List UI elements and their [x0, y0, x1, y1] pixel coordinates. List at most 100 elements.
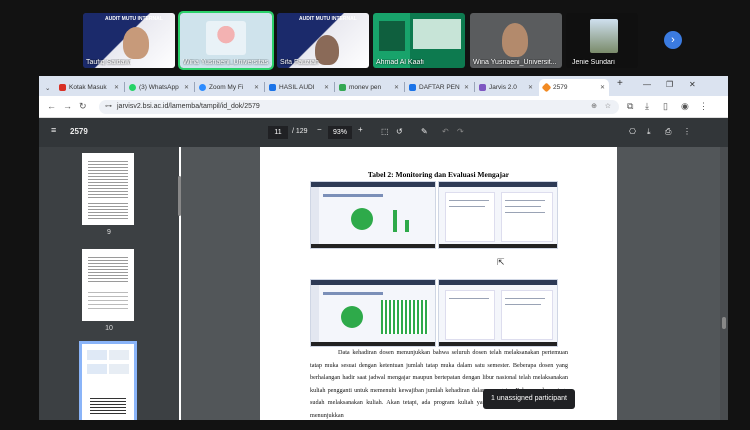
url-input[interactable]: ⊶ jarvisv2.bsi.ac.id/lamemba/tampil/id_d… [99, 100, 619, 114]
tab-hasil-audit[interactable]: HASIL AUDI ✕ [265, 79, 333, 96]
fit-page-icon[interactable]: ⬚ [381, 127, 389, 136]
zoom-in-icon[interactable]: + [358, 125, 363, 134]
close-icon[interactable]: ✕ [324, 84, 333, 91]
page-number-input[interactable]: 11 [268, 126, 288, 139]
participant-name: Ahmad Al Kaafi [376, 59, 424, 66]
participant-tile[interactable]: Jenie Sundari [566, 13, 638, 68]
thumbnail-number: 10 [105, 325, 113, 332]
site-info-icon[interactable]: ⊶ [105, 100, 112, 114]
slide-text: AUDIT MUTU INTERNAL [299, 16, 357, 22]
unassigned-participant-tooltip: 1 unassigned participant [483, 389, 575, 409]
close-window-icon[interactable]: ✕ [689, 80, 696, 89]
pdf-viewer: Tabel 2: Monitoring dan Evaluasi Mengaja… [181, 147, 728, 420]
annotate-icon[interactable]: ✎ [421, 127, 428, 136]
mouse-cursor: ⇱ [497, 257, 505, 267]
maximize-icon[interactable]: ❐ [666, 80, 673, 89]
drive-icon [339, 84, 346, 91]
close-icon[interactable]: ✕ [114, 84, 123, 91]
tab-whatsapp[interactable]: (3) WhatsApp ✕ [125, 79, 193, 96]
menu-icon[interactable]: ≡ [51, 125, 56, 135]
participant-tile-active[interactable]: Wina Yusnaeni_Universitas ... [178, 11, 274, 70]
extensions-icon[interactable]: ⧉ [627, 101, 633, 112]
redo-icon[interactable]: ↷ [457, 127, 464, 136]
zoom-icon [199, 84, 206, 91]
rotate-icon[interactable]: ↺ [396, 127, 403, 136]
meeting-controls-bar [0, 420, 750, 430]
address-bar: ← → ↻ ⊶ jarvisv2.bsi.ac.id/lamemba/tampi… [39, 96, 728, 118]
page-thumbnail-current[interactable] [79, 341, 137, 420]
tab-monev[interactable]: monev pen ✕ [335, 79, 403, 96]
kebab-menu-icon[interactable]: ⋮ [699, 101, 708, 112]
tab-daftar[interactable]: DAFTAR PEN ✕ [405, 79, 473, 96]
tab-search-icon[interactable]: ⌄ [41, 79, 53, 96]
download-icon[interactable]: ⤓ [647, 127, 651, 137]
tab-jarvis[interactable]: Jarvis 2.0 ✕ [475, 79, 537, 96]
participant-name: Jenie Sundari [572, 59, 615, 66]
tab-label: monev pen [349, 84, 382, 91]
zoom-page-icon[interactable]: ⊕ [591, 100, 597, 114]
participant-tile[interactable]: AUDIT MUTU INTERNAL Taufiq Saidawi [83, 13, 175, 68]
table-title: Tabel 2: Monitoring dan Evaluasi Mengaja… [367, 170, 510, 179]
download-icon[interactable]: ⤓ [645, 101, 649, 112]
reload-icon[interactable]: ↻ [79, 101, 87, 112]
tab-label: Zoom My Fi [209, 84, 244, 91]
more-options-icon[interactable]: ⋮ [683, 127, 691, 136]
participant-name: Wina Yusnaeni_Universitas ... [183, 59, 271, 66]
pdf-toolbar: ≡ 2579 11 / 129 − 93% + ⬚ ↺ ✎ ↶ ↷ ⎔ ⤓ ⎙ … [39, 118, 728, 147]
back-icon[interactable]: ← [47, 101, 56, 111]
close-icon[interactable]: ✕ [184, 84, 193, 91]
embedded-screenshot [310, 279, 436, 347]
tab-label: Kotak Masuk [69, 84, 107, 91]
docs-icon [269, 84, 276, 91]
participant-tile[interactable]: Wina Yusnaeni_Universit... [470, 13, 562, 68]
slide-text: AUDIT MUTU INTERNAL [105, 16, 163, 22]
participant-name: Taufiq Saidawi [86, 59, 132, 66]
tab-kotak-masuk[interactable]: Kotak Masuk ✕ [55, 79, 123, 96]
participant-tile[interactable]: Ahmad Al Kaafi [373, 13, 465, 68]
drive-save-icon[interactable]: ⎔ [629, 127, 636, 136]
embedded-screenshot [438, 181, 558, 249]
tab-zoom[interactable]: Zoom My Fi ✕ [195, 79, 263, 96]
jarvis-icon [479, 84, 486, 91]
tab-label: DAFTAR PEN [419, 84, 460, 91]
viewer-scrollbar[interactable] [720, 147, 728, 420]
zoom-out-icon[interactable]: − [317, 125, 322, 134]
embedded-screenshot [438, 279, 558, 347]
close-icon[interactable]: ✕ [254, 84, 263, 91]
profile-icon[interactable]: ◉ [681, 101, 689, 112]
participant-tile[interactable]: AUDIT MUTU INTERNAL Sifa Fauziah [277, 13, 369, 68]
avatar [206, 21, 246, 55]
close-icon[interactable]: ✕ [464, 84, 473, 91]
close-icon[interactable]: ✕ [600, 84, 609, 91]
page-total: / 129 [292, 128, 308, 135]
chevron-right-icon[interactable]: › [664, 31, 682, 49]
thumbnail-number: 9 [107, 229, 111, 236]
forward-icon[interactable]: → [63, 101, 72, 111]
browser-window: ⌄ Kotak Masuk ✕ (3) WhatsApp ✕ Zoom My Fi ✕… [39, 76, 728, 420]
docs-icon [409, 84, 416, 91]
print-icon[interactable]: ⎙ [665, 127, 671, 137]
close-icon[interactable]: ✕ [528, 84, 537, 91]
page-thumbnail[interactable] [82, 249, 134, 321]
bookmark-star-icon[interactable]: ☆ [605, 100, 611, 114]
participant-name: Wina Yusnaeni_Universit... [473, 59, 557, 66]
gmail-icon [59, 84, 66, 91]
whatsapp-icon [129, 84, 136, 91]
participant-name: Sifa Fauziah [280, 59, 319, 66]
close-icon[interactable]: ✕ [394, 84, 403, 91]
tab-label: 2579 [553, 84, 568, 91]
participant-strip: AUDIT MUTU INTERNAL Taufiq Saidawi Wina … [0, 0, 750, 76]
zoom-input[interactable]: 93% [328, 126, 352, 139]
tab-label: Jarvis 2.0 [489, 84, 517, 91]
new-tab-icon[interactable]: + [617, 78, 623, 89]
tab-bar: ⌄ Kotak Masuk ✕ (3) WhatsApp ✕ Zoom My Fi ✕… [39, 76, 728, 96]
embedded-screenshot [310, 181, 436, 249]
pdf-page: Tabel 2: Monitoring dan Evaluasi Mengaja… [260, 147, 617, 420]
undo-icon[interactable]: ↶ [442, 127, 449, 136]
tab-2579[interactable]: 2579 ✕ [539, 79, 609, 96]
page-thumbnail[interactable] [82, 153, 134, 225]
url-text: jarvisv2.bsi.ac.id/lamemba/tampil/id_dok… [117, 103, 260, 110]
thumbnail-sidebar: 9 10 [39, 147, 179, 420]
sidepanel-icon[interactable]: ▯ [663, 101, 668, 112]
minimize-icon[interactable]: — [643, 80, 651, 89]
